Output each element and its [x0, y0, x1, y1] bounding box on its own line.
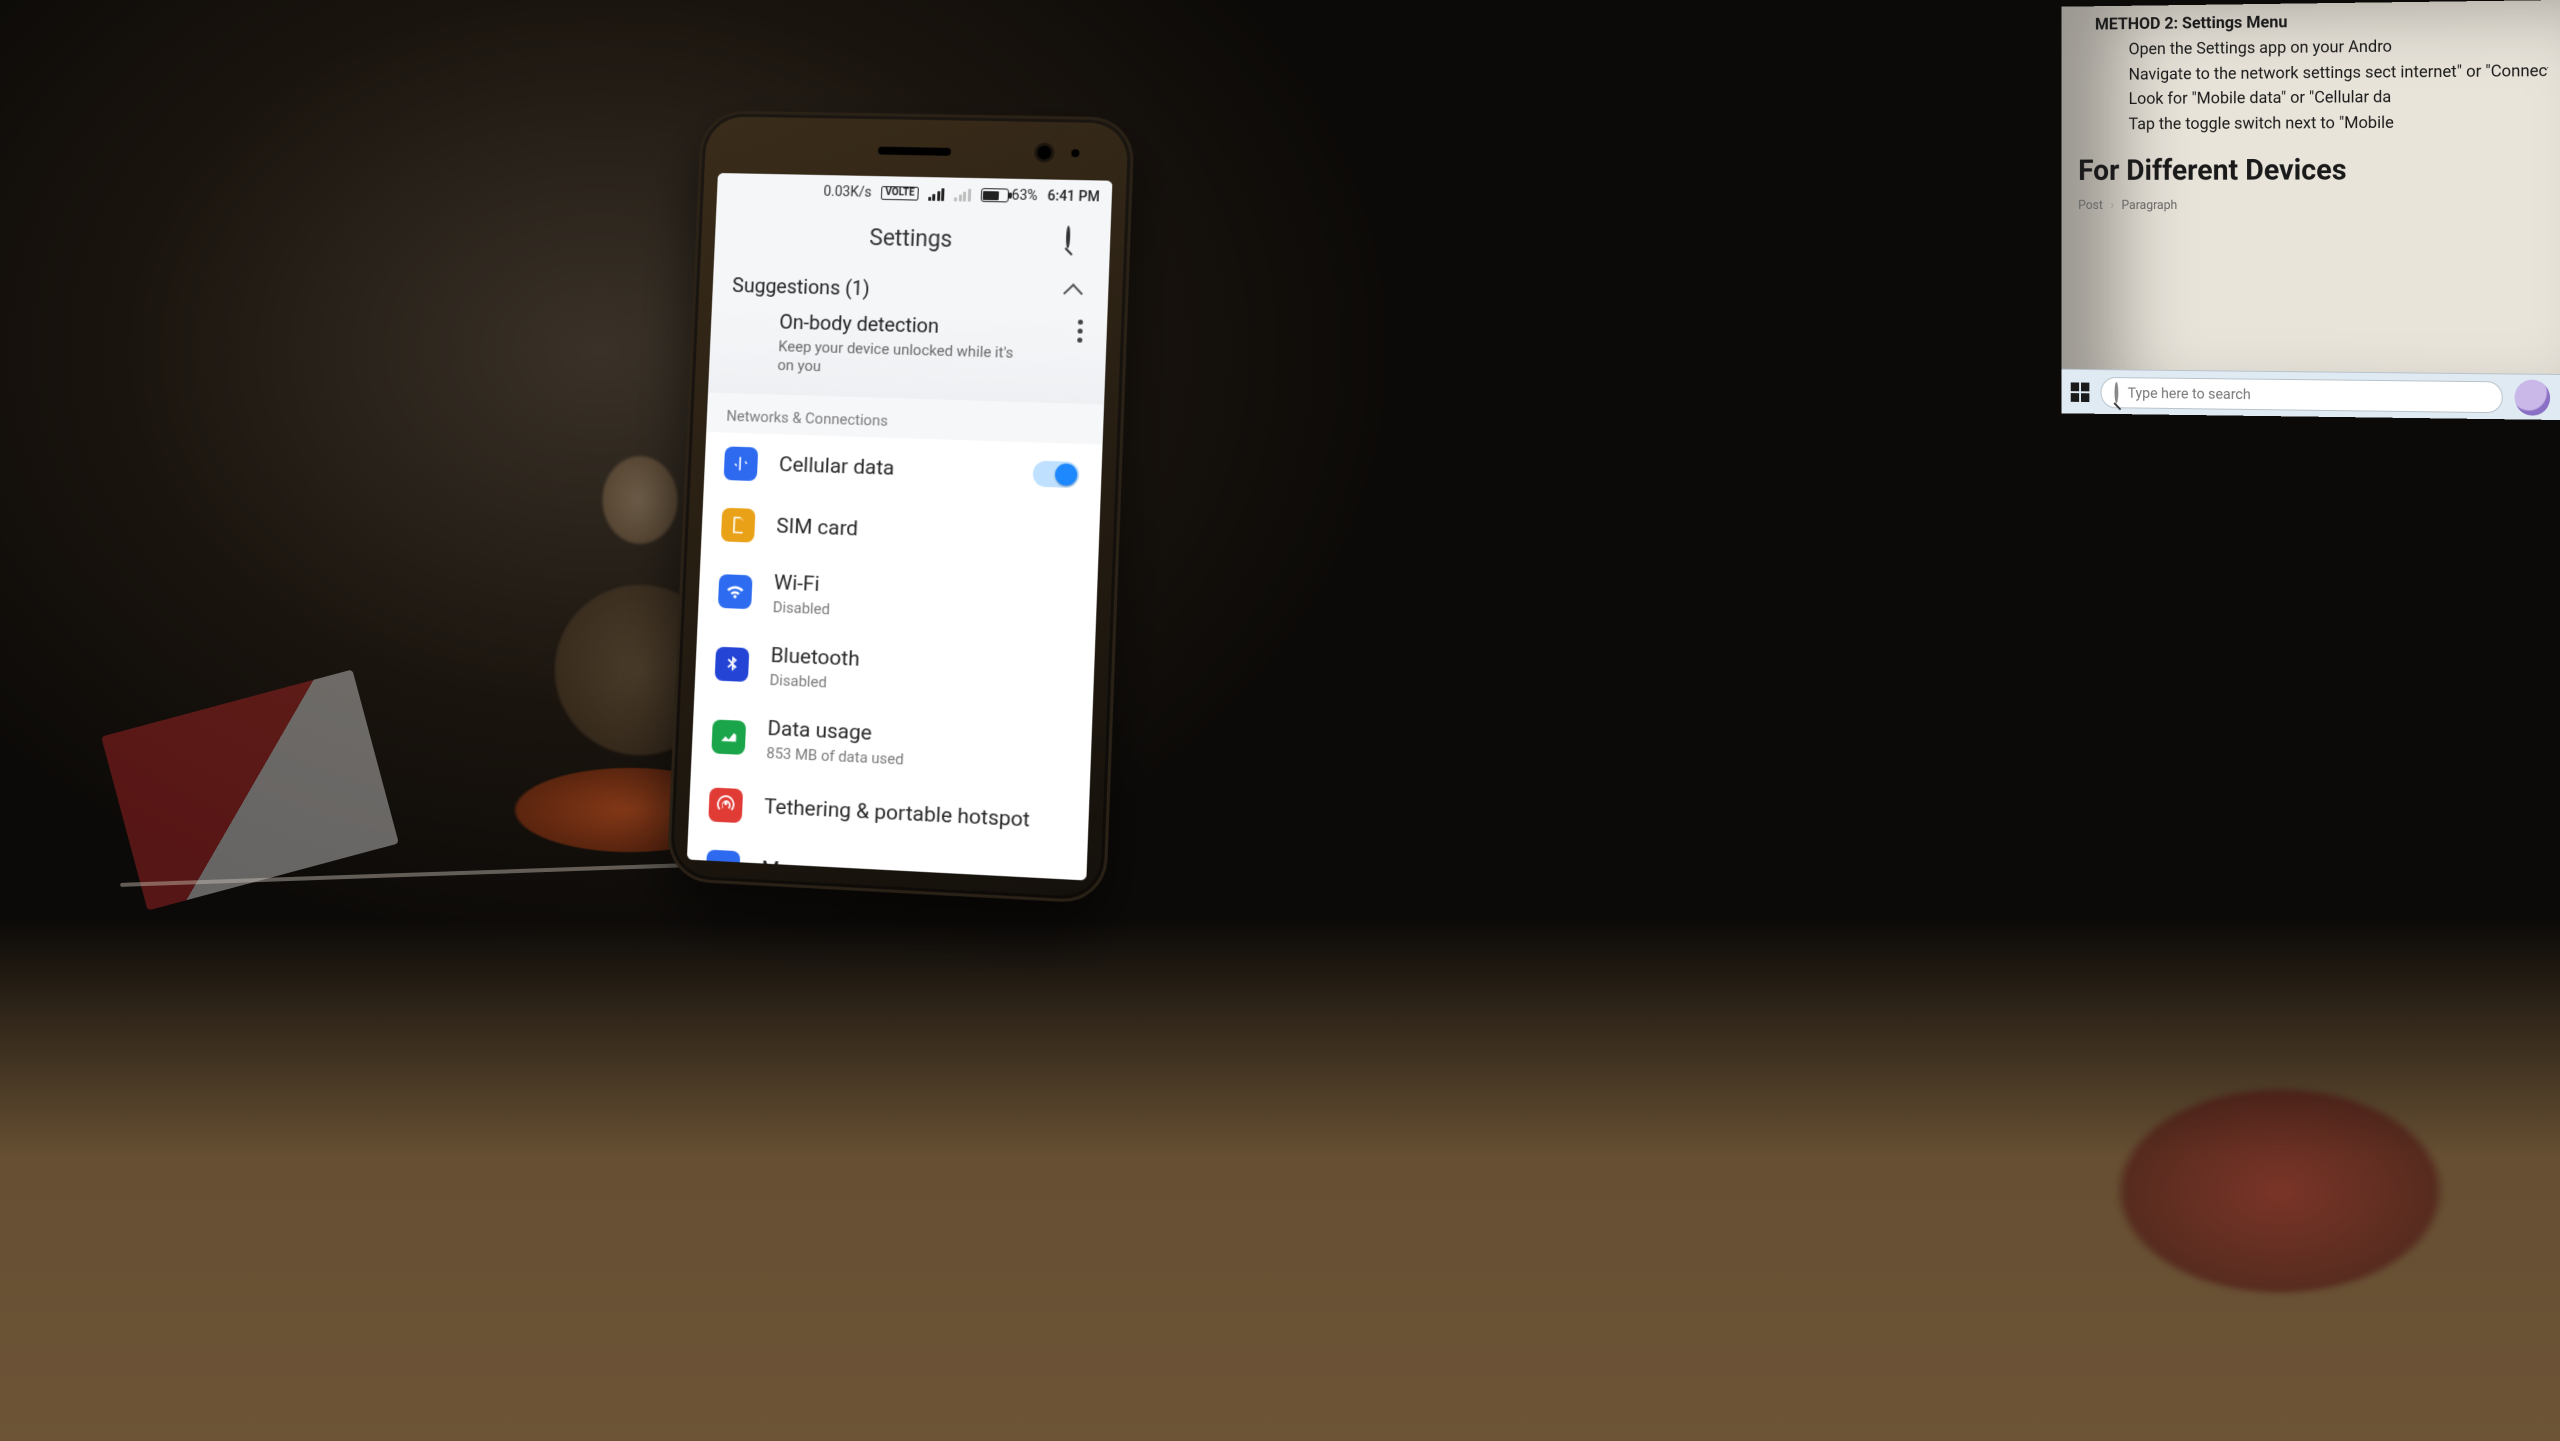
- more-icon: [705, 849, 740, 880]
- search-button[interactable]: [1066, 228, 1093, 254]
- suggestion-subtitle: Keep your device unlocked while it's on …: [777, 337, 1026, 381]
- monitor-step-1: Open the Settings app on your Andro: [2129, 34, 2549, 62]
- sim-card-icon: [721, 507, 756, 542]
- tray-avatar-icon[interactable]: [2515, 379, 2551, 415]
- item-label: Tethering & portable hotspot: [764, 795, 1067, 834]
- search-icon: [2115, 383, 2119, 401]
- item-label: More: [761, 857, 1064, 881]
- wifi-icon: [718, 574, 753, 609]
- cellular-data-icon: [724, 446, 759, 481]
- volte-badge: VOLTE: [881, 186, 919, 201]
- chevron-up-icon: [1063, 284, 1083, 304]
- item-label: SIM card: [776, 514, 1077, 549]
- windows-search-placeholder: Type here to search: [2128, 384, 2251, 403]
- suggestion-more-button[interactable]: [1077, 320, 1083, 343]
- suggestion-title: On-body detection: [779, 310, 1027, 340]
- monitor-breadcrumb: Post›Paragraph: [2078, 197, 2548, 215]
- cellular-data-toggle[interactable]: [1032, 460, 1079, 488]
- battery-indicator: 63%: [980, 187, 1037, 204]
- suggestions-header-label: Suggestions (1): [732, 273, 870, 300]
- data-usage-icon: [711, 719, 746, 755]
- phone-speaker: [878, 147, 951, 156]
- red-tinsel: [2080, 1041, 2500, 1301]
- monitor-step-4: Tap the toggle switch next to "Mobile: [2129, 111, 2549, 137]
- settings-header: Settings: [714, 206, 1111, 270]
- monitor-step-3: Look for "Mobile data" or "Cellular da: [2129, 85, 2549, 111]
- search-icon: [1066, 226, 1071, 249]
- status-net-speed: 0.03K/s: [823, 184, 872, 201]
- monitor-step-2: Navigate to the network settings sect in…: [2129, 60, 2549, 87]
- windows-taskbar: Type here to search: [2061, 369, 2560, 420]
- status-time: 6:41 PM: [1047, 188, 1100, 205]
- battery-pct-text: 63%: [1011, 188, 1038, 204]
- signal-bars-icon: [928, 187, 945, 201]
- phone-device: 0.03K/s VOLTE 63% 6:41 PM Settings Sugge…: [666, 110, 1135, 904]
- windows-search-box[interactable]: Type here to search: [2101, 376, 2503, 412]
- signal-bars-secondary-icon: [954, 188, 971, 202]
- background-monitor: METHOD 2: Settings Menu Open the Setting…: [2061, 0, 2560, 420]
- item-label: Cellular data: [779, 453, 1012, 485]
- bluetooth-icon: [715, 647, 750, 682]
- phone-screen: 0.03K/s VOLTE 63% 6:41 PM Settings Sugge…: [687, 173, 1113, 880]
- suggestion-on-body-detection[interactable]: On-body detection Keep your device unloc…: [708, 306, 1107, 404]
- monitor-method-header: METHOD 2: Settings Menu: [2095, 12, 2287, 34]
- monitor-heading: For Different Devices: [2078, 149, 2548, 192]
- page-title: Settings: [869, 224, 953, 253]
- phone-sensor: [1071, 149, 1079, 157]
- phone-front-camera: [1037, 146, 1052, 160]
- battery-fill: [983, 191, 999, 200]
- windows-start-icon[interactable]: [2071, 382, 2090, 402]
- hotspot-icon: [708, 787, 743, 823]
